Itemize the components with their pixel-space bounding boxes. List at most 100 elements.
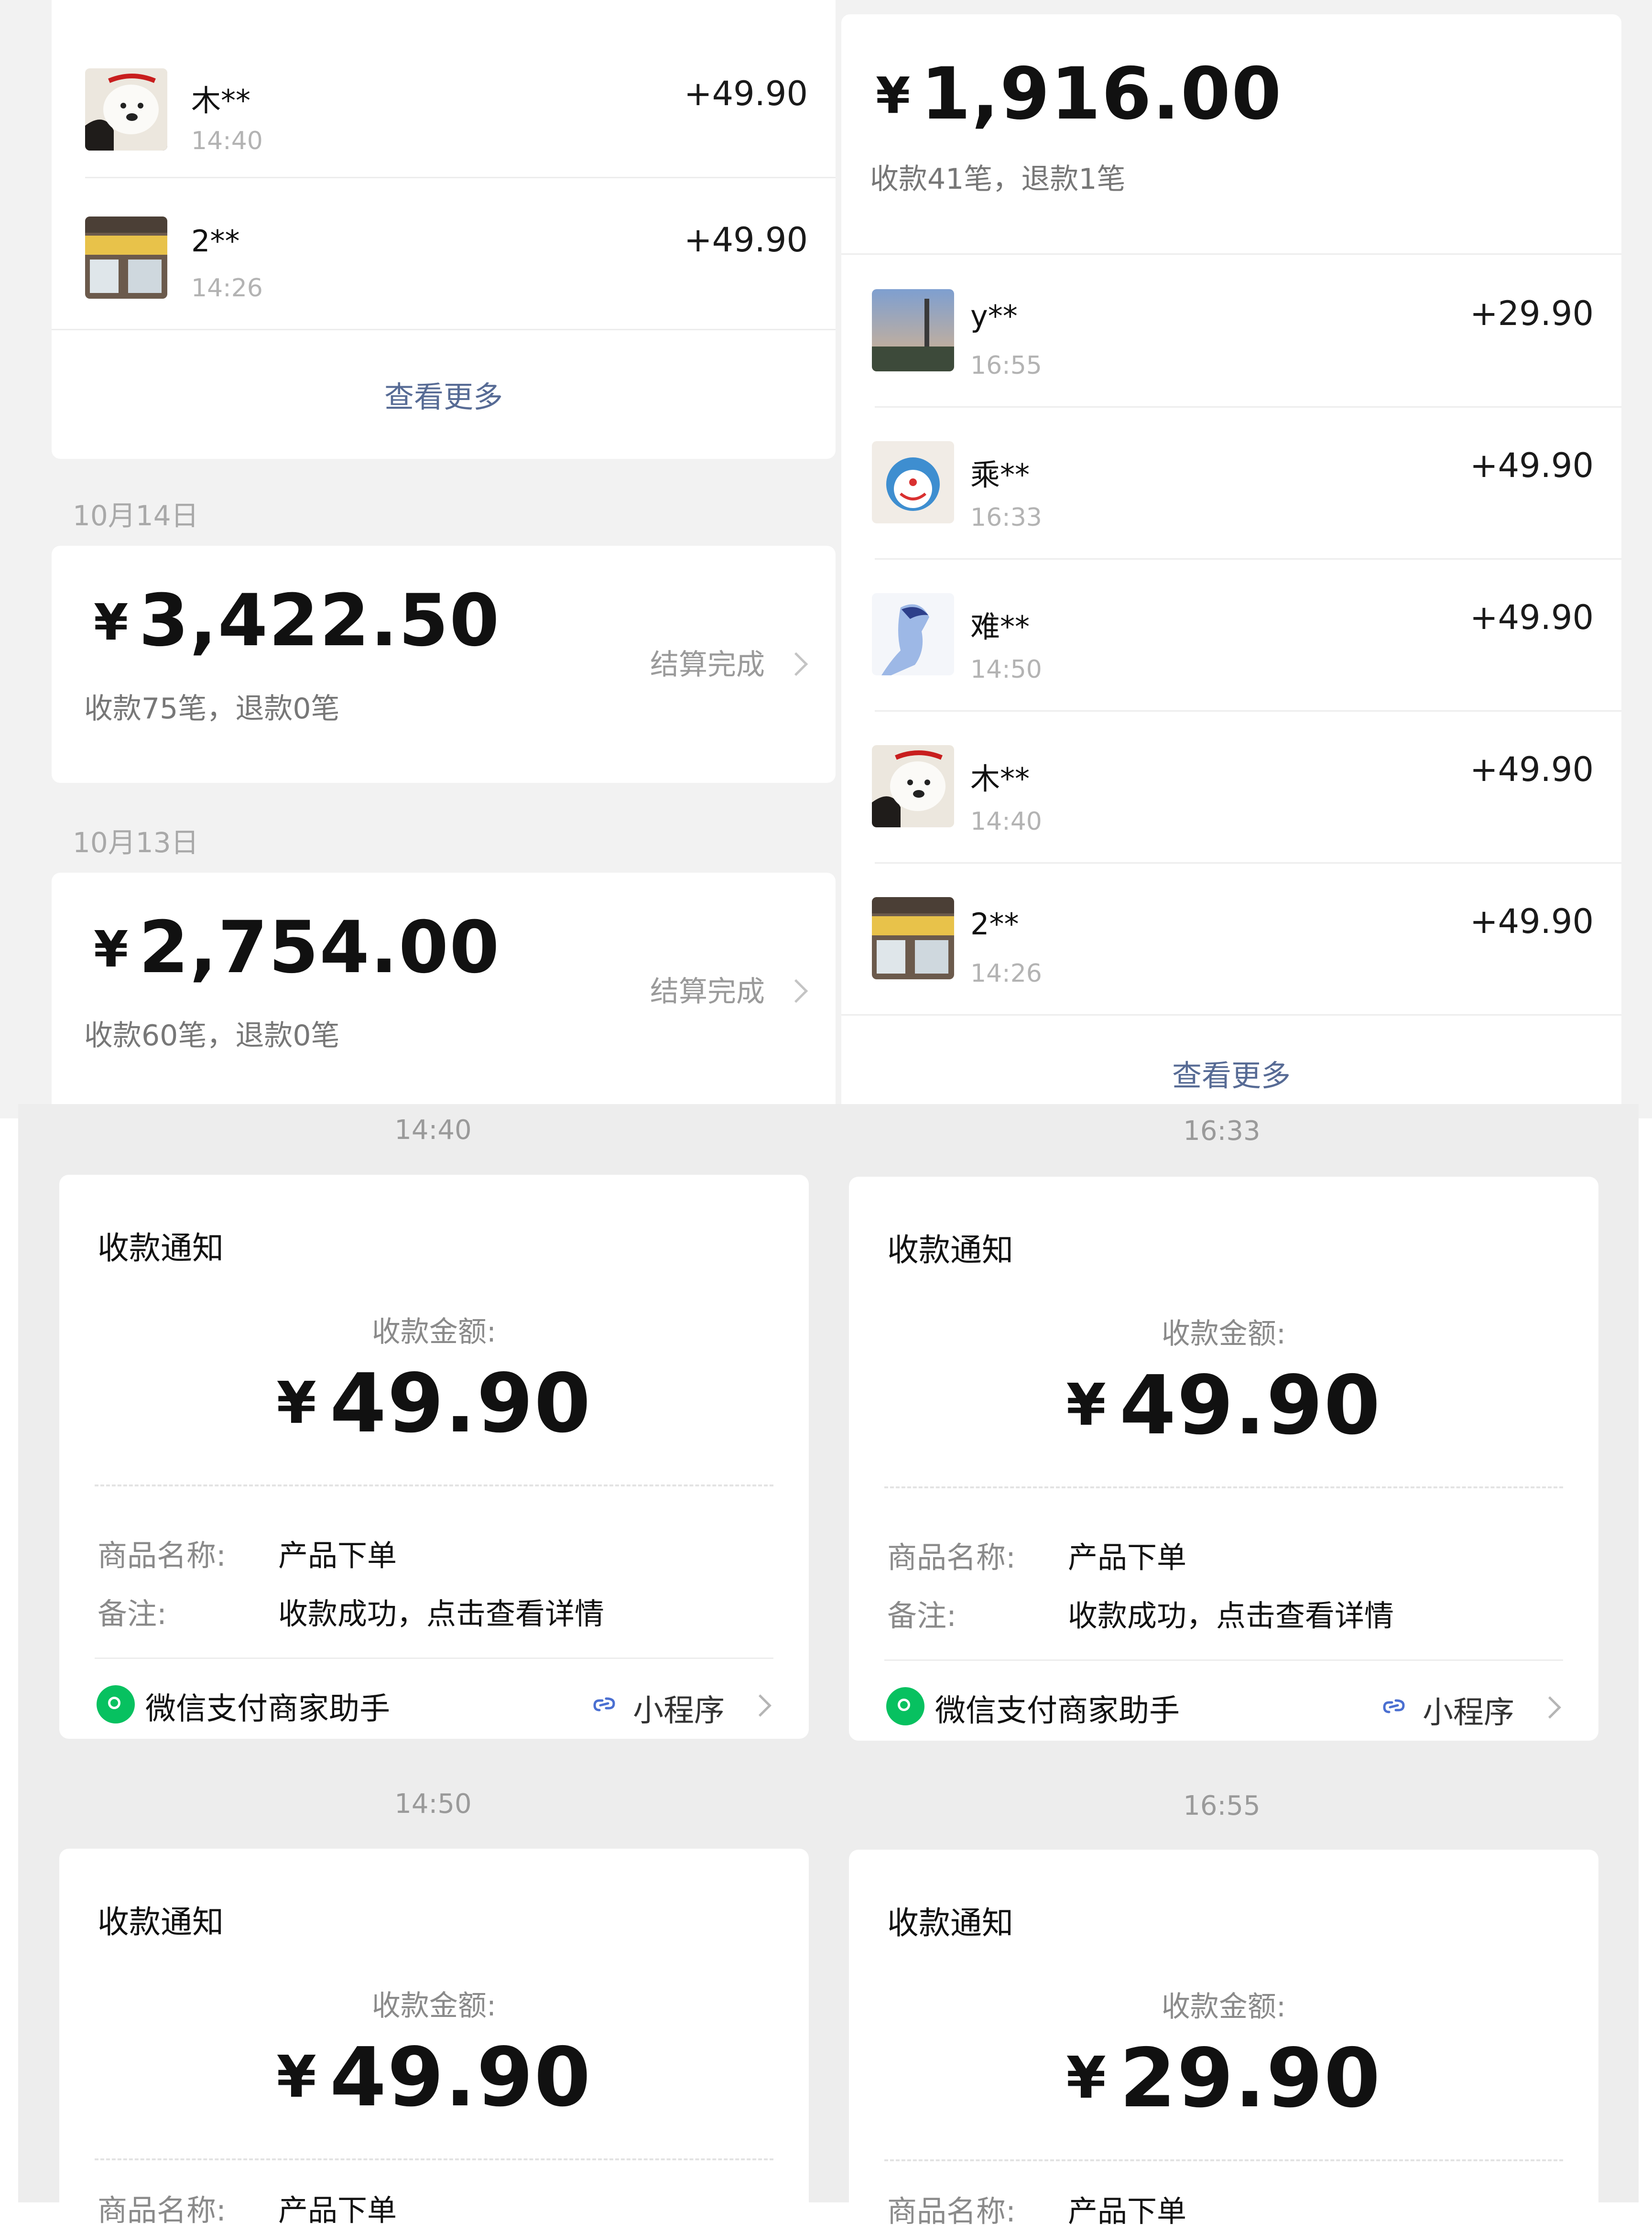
currency-symbol: ¥ [94,920,130,978]
product-name-value: 产品下单 [1068,2194,1187,2229]
list-item[interactable]: 木** 14:40 +49.90 [841,712,1621,864]
currency-symbol: ¥ [276,1370,317,1437]
amount-value: 49.90 [329,2030,592,2125]
recent-transactions-card: 木** 14:40 +49.90 2** 14:26 +49.90 查看更多 [52,0,836,459]
view-more-link[interactable]: 查看更多 [841,1051,1621,1094]
payer-name: 木** [970,761,1030,796]
list-item[interactable]: 难** 14:50 +49.90 [841,560,1621,712]
product-name-value: 产品下单 [1068,1540,1187,1575]
payment-notification-card[interactable]: 收款通知 收款金额: ¥49.90 商品名称: 产品下单 [59,1849,809,2231]
dashed-divider [884,2159,1563,2161]
currency-symbol: ¥ [1066,2045,1107,2112]
amount-label: 收款金额: [371,1989,497,2023]
wechat-pay-icon [886,1687,924,1725]
divider [95,1658,773,1659]
notification-amount: ¥49.90 [59,2030,809,2125]
avatar [872,289,954,371]
mini-program-link[interactable]: 小程序 [1423,1688,1514,1732]
payment-time: 14:40 [191,127,263,155]
product-name-label: 商品名称: [887,2194,1016,2229]
payment-time: 16:55 [970,351,1042,380]
payment-amount: +49.90 [1469,598,1594,637]
payment-time: 14:26 [191,274,263,303]
product-name-value: 产品下单 [278,2193,397,2228]
notification-title: 收款通知 [98,1904,224,1940]
message-timestamp: 16:55 [1183,1790,1261,1821]
daily-total-value: 2,754.00 [139,906,500,989]
product-name-label: 商品名称: [98,2193,226,2228]
mini-program-link-icon [593,1697,615,1712]
payment-amount: +49.90 [1469,446,1594,485]
payer-name: 2** [191,224,240,259]
list-item[interactable]: 2** 14:26 +49.90 [841,864,1621,1016]
amount-label: 收款金额: [1161,1317,1286,1351]
list-item[interactable]: 乘** 16:33 +49.90 [841,408,1621,560]
notification-amount: ¥49.90 [849,1358,1598,1453]
wechat-pay-icon [97,1685,135,1723]
daily-total-value: 3,422.50 [139,579,500,662]
daily-total: ¥1,916.00 [876,53,1282,136]
payment-amount: +49.90 [1469,902,1594,941]
divider [884,1659,1563,1661]
note-label: 备注: [887,1598,956,1633]
chevron-right-icon [1539,1696,1561,1719]
currency-symbol: ¥ [276,2044,317,2111]
settlement-status: 结算完成 [650,648,765,682]
payer-name: 乘** [970,457,1030,492]
list-item[interactable]: y** 16:55 +29.90 [841,256,1621,408]
notification-title: 收款通知 [887,1905,1013,1941]
payment-notification-card[interactable]: 收款通知 收款金额: ¥49.90 商品名称: 产品下单 备注: 收款成功，点击… [849,1177,1598,1741]
note-label: 备注: [98,1596,167,1631]
product-name-label: 商品名称: [887,1540,1016,1575]
daily-summary-card[interactable]: ¥3,422.50 收款75笔，退款0笔 结算完成 [52,546,836,783]
payer-name: y** [970,299,1018,334]
message-timestamp: 16:33 [1183,1116,1261,1147]
payer-name: 2** [970,907,1019,942]
amount-label: 收款金额: [1161,1990,1286,2024]
daily-stats: 收款41笔，退款1笔 [870,163,1126,196]
source-name: 微信支付商家助手 [935,1693,1180,1729]
dashed-divider [95,2158,773,2160]
dashed-divider [884,1486,1563,1488]
view-more-link[interactable]: 查看更多 [52,373,836,416]
daily-stats: 收款75笔，退款0笔 [84,692,340,726]
payer-name: 难** [970,609,1030,644]
notification-amount: ¥49.90 [59,1356,809,1451]
divider [52,329,836,330]
date-header: 10月14日 [73,499,199,532]
amount-value: 49.90 [1119,1358,1381,1453]
daily-total: ¥3,422.50 [94,579,500,662]
notification-amount: ¥29.90 [849,2031,1598,2126]
product-name-label: 商品名称: [98,1538,226,1573]
avatar [872,897,954,979]
note-value: 收款成功，点击查看详情 [1068,1598,1394,1633]
payment-time: 16:33 [970,503,1042,532]
payment-notification-card[interactable]: 收款通知 收款金额: ¥29.90 商品名称: 产品下单 [849,1850,1598,2232]
avatar [872,745,954,827]
currency-symbol: ¥ [94,593,130,651]
divider [841,1014,1621,1016]
payment-time: 14:50 [970,655,1042,684]
daily-total: ¥2,754.00 [94,906,500,989]
daily-summary-card[interactable]: ¥2,754.00 收款60笔，退款0笔 结算完成 [52,873,836,1118]
payment-notification-card[interactable]: 收款通知 收款金额: ¥49.90 商品名称: 产品下单 备注: 收款成功，点击… [59,1175,809,1739]
divider [841,253,1621,255]
amount-value: 49.90 [329,1356,592,1451]
avatar [872,441,954,523]
message-timestamp: 14:50 [394,1788,472,1820]
product-name-value: 产品下单 [278,1538,397,1573]
payment-amount: +49.90 [684,220,808,260]
avatar [872,593,954,675]
left-transaction-panel: 木** 14:40 +49.90 2** 14:26 +49.90 查看更多 1… [0,0,841,1118]
list-item[interactable]: 木** 14:40 +49.90 [52,26,836,178]
list-item[interactable]: 2** 14:26 +49.90 [52,178,836,330]
avatar [85,217,167,299]
mini-program-link[interactable]: 小程序 [633,1686,725,1730]
dashed-divider [95,1484,773,1486]
payment-amount: +49.90 [684,74,808,113]
notification-title: 收款通知 [98,1230,224,1267]
notification-title: 收款通知 [887,1232,1013,1268]
chevron-right-icon [784,979,808,1003]
avatar [85,68,167,151]
note-value: 收款成功，点击查看详情 [278,1596,605,1631]
